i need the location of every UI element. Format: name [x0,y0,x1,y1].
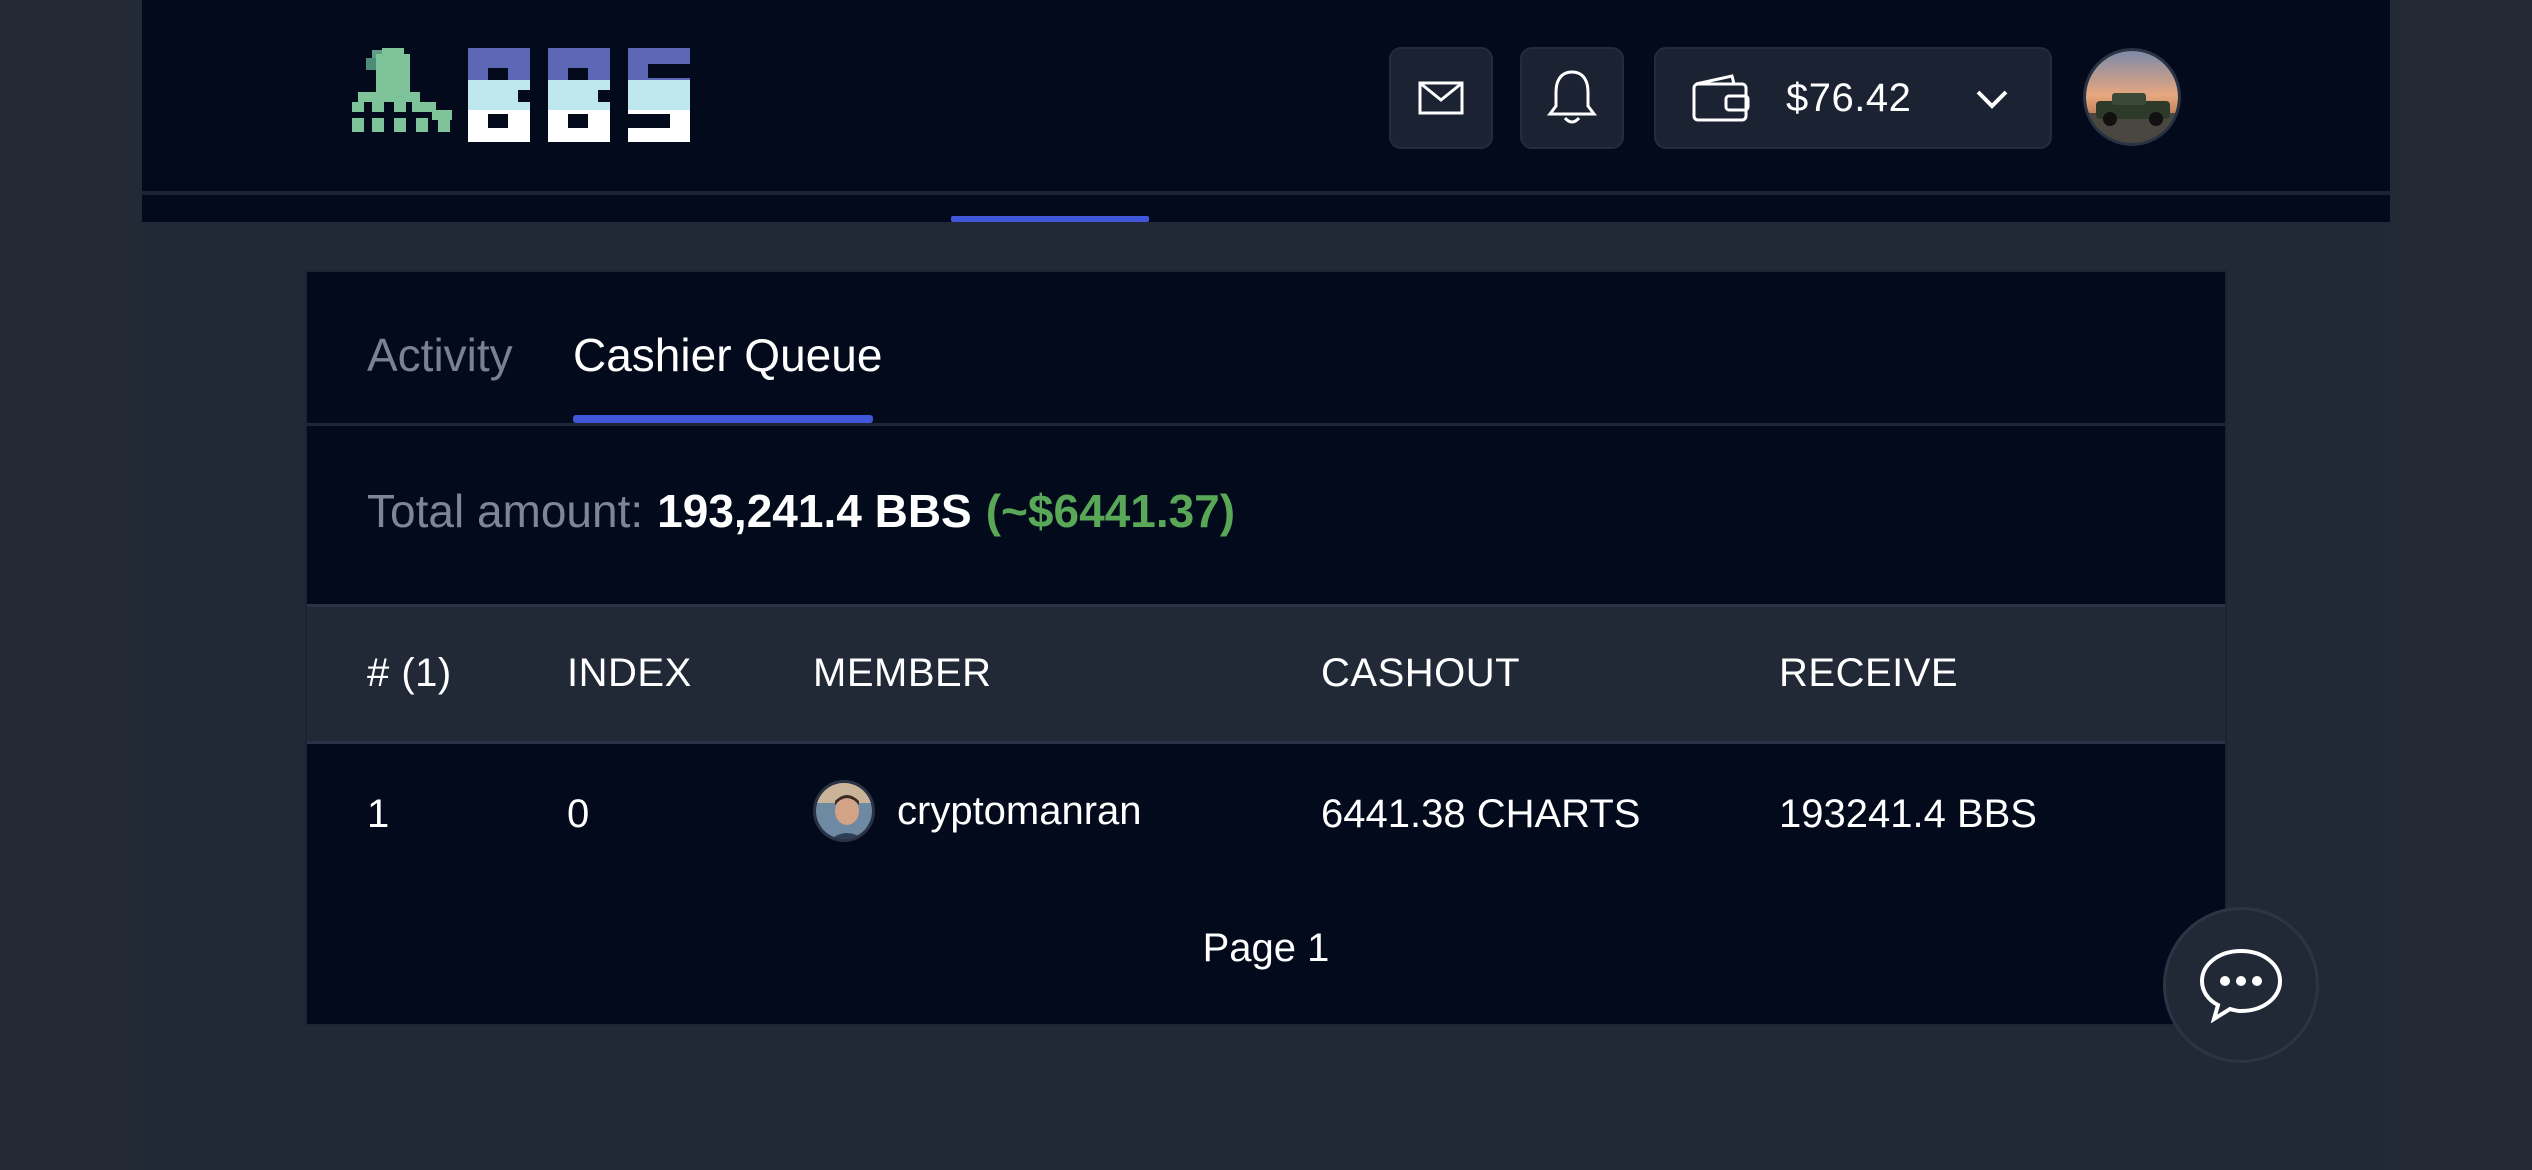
cell-number: 1 [367,792,390,836]
tab-cashier-queue[interactable]: Cashier Queue [573,328,882,382]
table-row: 1 0 cryptomanran 6441.38 CHARTS 193241.4… [307,744,2225,886]
tabs: Activity Cashier Queue [307,272,2225,426]
chevron-down-icon[interactable] [1974,81,2010,117]
pagination-label: Page 1 [1202,926,1330,970]
avatar-car-photo [2086,51,2178,143]
column-header-member: MEMBER [813,651,992,695]
cell-receive: 193241.4 BBS [1779,792,2037,836]
column-header-number: # (1) [367,651,452,695]
cell-member: cryptomanran [813,780,1142,842]
wallet-balance-button[interactable]: $76.42 [1654,47,2052,149]
nav-active-indicator [951,216,1149,222]
table-header: # (1) INDEX MEMBER CASHOUT RECEIVE [307,604,2225,744]
column-header-cashout: CASHOUT [1321,651,1521,695]
column-header-index: INDEX [567,651,692,695]
cell-index: 0 [567,792,590,836]
tab-activity[interactable]: Activity [367,328,513,382]
total-amount-summary: Total amount: 193,241.4 BBS (~$6441.37) [367,484,1235,538]
bbs-logo[interactable] [352,48,732,144]
total-amount-bbs: 193,241.4 BBS [657,485,972,537]
member-name-link[interactable]: cryptomanran [897,789,1142,834]
header-divider [142,191,2390,195]
logo-letter-b2 [548,48,610,142]
messages-button[interactable] [1389,47,1493,149]
active-tab-indicator [573,415,873,423]
total-amount-usd: (~$6441.37) [985,485,1236,537]
chat-bubble-icon [2199,948,2283,1023]
wallet-amount: $76.42 [1786,75,1912,120]
user-avatar[interactable] [2083,48,2181,146]
wallet-icon [1692,74,1750,122]
top-header: $76.42 [142,0,2390,222]
column-header-receive: RECEIVE [1779,651,1959,695]
member-avatar[interactable] [813,780,875,842]
cashier-queue-panel: Activity Cashier Queue Total amount: 193… [305,270,2227,1026]
member-avatar-photo [816,783,872,839]
mail-icon [1418,81,1464,115]
total-amount-label: Total amount: [367,485,644,537]
logo-letter-b1 [468,48,530,142]
logo-letter-s [628,48,690,142]
bell-icon [1547,70,1597,124]
chat-button[interactable] [2163,907,2319,1063]
octopus-logo-icon [352,48,452,132]
notifications-button[interactable] [1520,47,1624,149]
cell-cashout: 6441.38 CHARTS [1321,792,1641,836]
